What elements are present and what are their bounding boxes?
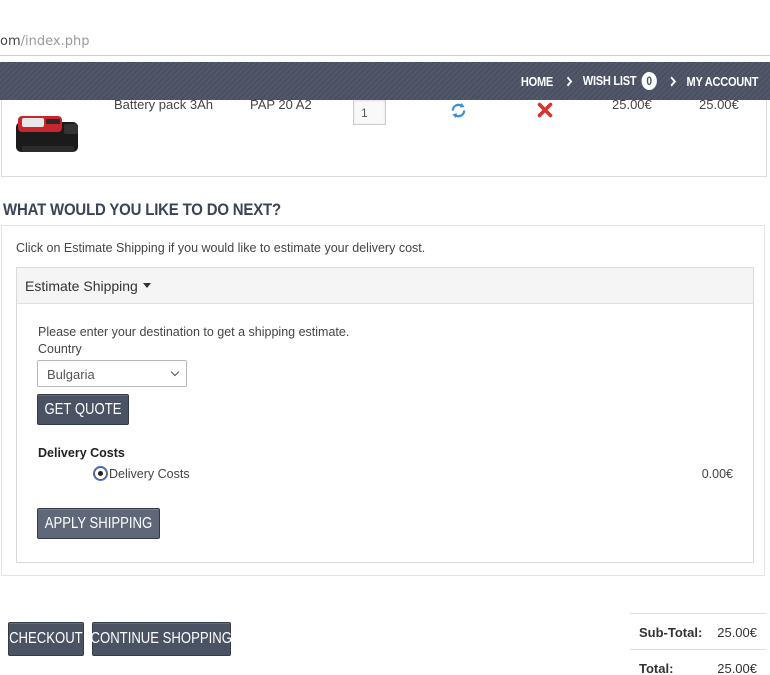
quantity-input[interactable]: 1 [353, 99, 386, 125]
subtotal-row: Sub-Total: 25.00€ [630, 614, 766, 650]
caret-down-icon [142, 282, 151, 288]
nav-links: HOME WISH LIST 0 MY ACCOUNT [521, 62, 758, 100]
country-select[interactable]: Bulgaria [37, 360, 187, 387]
chevron-down-icon [170, 367, 180, 377]
apply-shipping-label: APPLY SHIPPING [44, 514, 153, 532]
get-quote-label: GET QUOTE [44, 400, 122, 418]
next-steps-intro: Click on Estimate Shipping if you would … [16, 241, 426, 255]
url-host: om [0, 34, 21, 49]
address-bar[interactable]: om/index.php [0, 0, 770, 56]
estimate-shipping-title: Estimate Shipping [25, 278, 151, 294]
nav-my-account-link[interactable]: MY ACCOUNT [686, 74, 758, 89]
refresh-icon[interactable] [450, 102, 467, 119]
nav-home-link[interactable]: HOME [521, 74, 553, 89]
subtotal-value: 25.00€ [717, 625, 757, 640]
subtotal-label: Sub-Total: [639, 625, 703, 640]
url-path: /index.php [20, 34, 90, 49]
total-row: Total: 25.00€ [630, 650, 766, 675]
estimate-shipping-label: Estimate Shipping [25, 278, 138, 294]
next-steps-heading: WHAT WOULD YOU LIKE TO DO NEXT? [3, 200, 281, 219]
next-steps-box: Click on Estimate Shipping if you would … [1, 225, 765, 576]
nav-wish-list-link[interactable]: WISH LIST 0 [583, 72, 657, 90]
continue-shopping-button[interactable]: CONTINUE SHOPPING [90, 622, 233, 656]
destination-instructions: Please enter your destination to get a s… [38, 325, 350, 339]
total-label: Total: [639, 661, 674, 675]
top-navigation: HOME WISH LIST 0 MY ACCOUNT [0, 62, 770, 100]
delivery-costs-heading: Delivery Costs [38, 446, 125, 460]
wish-list-label: WISH LIST [582, 73, 637, 88]
chevron-right-icon [667, 76, 676, 86]
totals-table: Sub-Total: 25.00€ Total: 25.00€ [630, 613, 766, 675]
apply-shipping-button[interactable]: APPLY SHIPPING [37, 508, 160, 539]
chevron-right-icon [563, 76, 572, 86]
delivery-option-price: 0.00€ [701, 467, 733, 481]
estimate-shipping-toggle[interactable]: Estimate Shipping [17, 268, 753, 304]
total-value: 25.00€ [717, 661, 757, 675]
wish-count-badge: 0 [641, 72, 657, 90]
url-text[interactable]: om/index.php [0, 34, 89, 49]
delivery-option-label[interactable]: Delivery Costs [109, 467, 190, 481]
remove-icon[interactable] [537, 102, 553, 118]
country-selected-value: Bulgaria [47, 367, 95, 382]
estimate-shipping-panel: Estimate Shipping Please enter your dest… [16, 267, 754, 563]
continue-shopping-label: CONTINUE SHOPPING [90, 630, 233, 647]
battery-pack-icon[interactable] [12, 108, 84, 158]
get-quote-button[interactable]: GET QUOTE [37, 394, 129, 425]
country-label: Country [38, 342, 82, 356]
checkout-button[interactable]: CHECKOUT [8, 622, 84, 656]
delivery-costs-radio[interactable] [93, 466, 108, 481]
cart-item-row: Battery pack 3Ah PAP 20 A2 1 25.00€ 25.0… [1, 88, 767, 177]
checkout-label: CHECKOUT [9, 630, 83, 647]
